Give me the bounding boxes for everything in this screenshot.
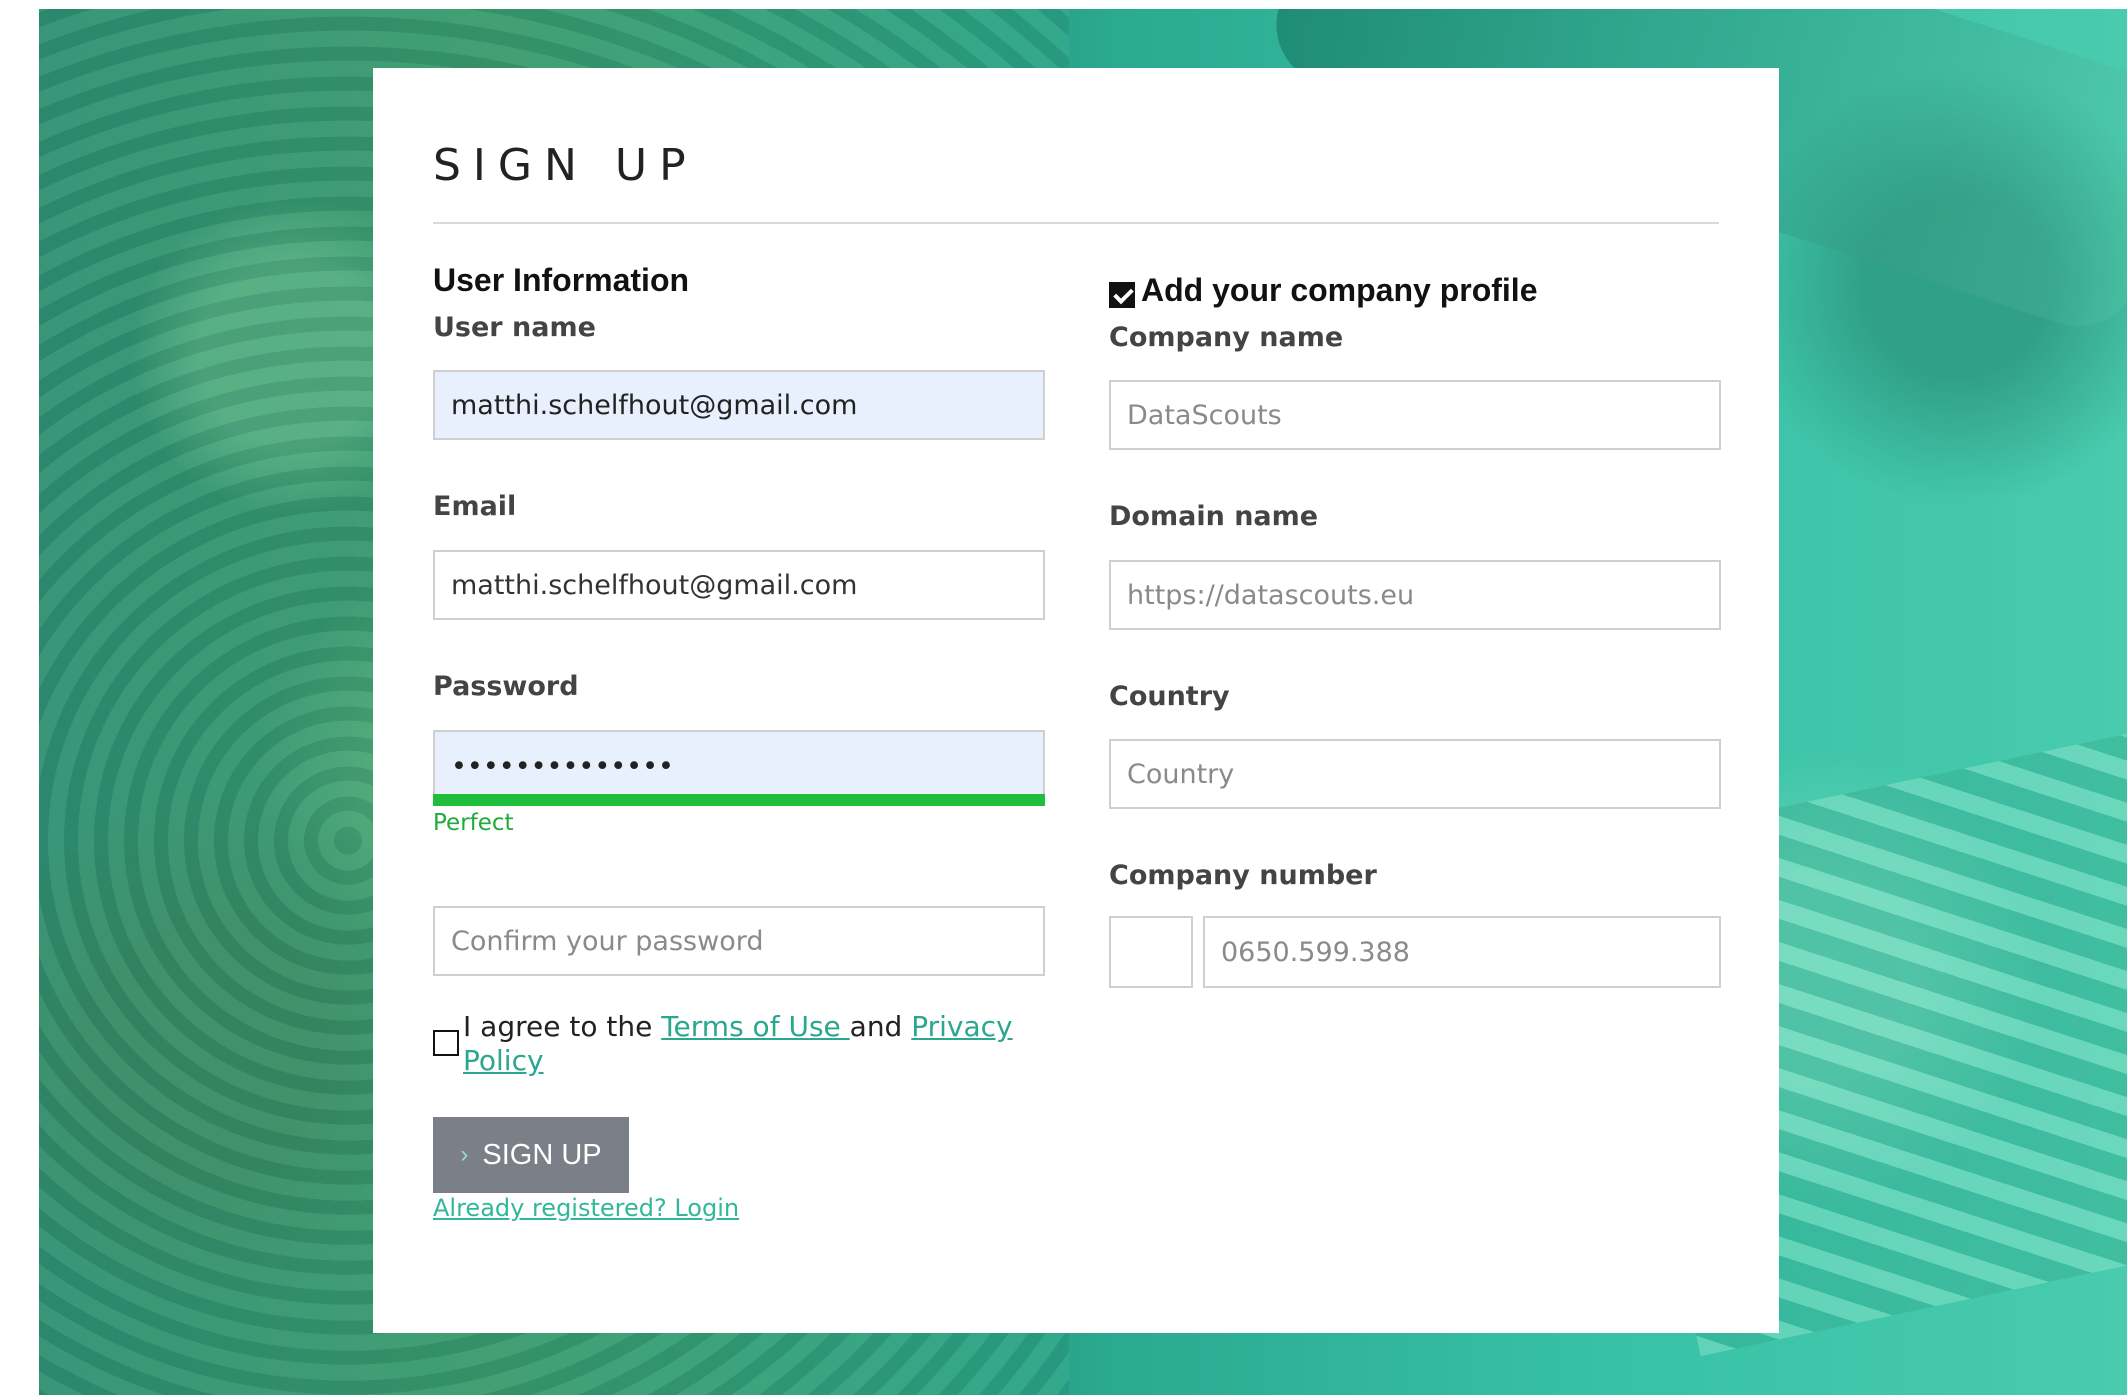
agree-text: I agree to the Terms of Use and Privacy … [463, 1010, 1023, 1078]
sign-up-button-label: SIGN UP [482, 1138, 602, 1171]
password-input[interactable] [433, 730, 1045, 800]
confirm-password-input[interactable] [433, 906, 1045, 976]
company-number-prefix-select[interactable] [1109, 916, 1193, 988]
password-strength-label: Perfect [433, 810, 514, 836]
login-link[interactable]: Already registered? Login [433, 1194, 739, 1222]
company-number-input[interactable] [1203, 916, 1721, 988]
company-name-label: Company name [1109, 322, 1344, 353]
company-profile-heading: Add your company profile [1141, 272, 1538, 308]
username-label: User name [433, 312, 596, 343]
company-profile-checkbox[interactable] [1109, 282, 1135, 308]
agree-prefix: I agree to the [463, 1010, 662, 1043]
agree-middle: and [849, 1010, 912, 1043]
signup-card: SIGN UP User Information User name Email… [373, 68, 1779, 1333]
agree-checkbox[interactable] [433, 1030, 459, 1056]
password-label: Password [433, 671, 579, 702]
country-input[interactable] [1109, 739, 1721, 809]
domain-name-label: Domain name [1109, 501, 1319, 532]
domain-name-input[interactable] [1109, 560, 1721, 630]
email-label: Email [433, 491, 517, 522]
sign-up-button[interactable]: › SIGN UP [433, 1117, 629, 1193]
country-label: Country [1109, 681, 1230, 712]
company-name-input[interactable] [1109, 380, 1721, 450]
email-input[interactable] [433, 550, 1045, 620]
page-title: SIGN UP [433, 140, 698, 191]
chevron-right-icon: › [460, 1141, 469, 1168]
user-info-heading: User Information [433, 262, 690, 298]
company-number-label: Company number [1109, 860, 1377, 891]
title-divider [433, 222, 1719, 224]
password-strength-bar [433, 794, 1045, 806]
terms-of-use-link[interactable]: Terms of Use [661, 1010, 849, 1043]
username-input[interactable] [433, 370, 1045, 440]
